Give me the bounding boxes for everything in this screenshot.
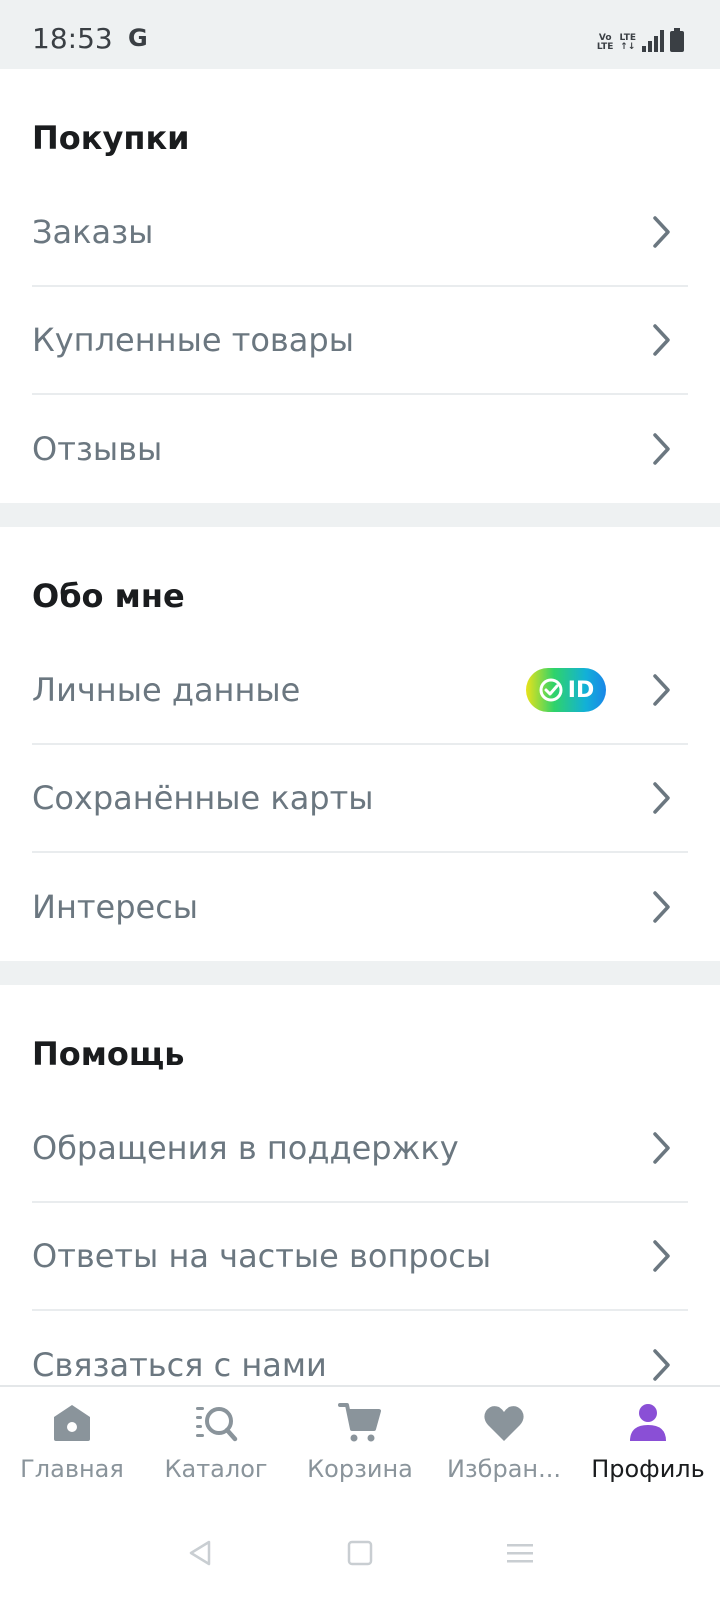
nav-label: Главная: [20, 1455, 124, 1483]
cart-icon: [338, 1403, 381, 1442]
menu-item-label: Обращения в поддержку: [32, 1129, 459, 1167]
menu-item-orders[interactable]: Заказы: [32, 179, 688, 287]
heart-icon: [484, 1406, 524, 1441]
chevron-right-icon: [653, 674, 670, 706]
menu-item-label: Заказы: [32, 213, 154, 251]
menu-item-label: Ответы на частые вопросы: [32, 1237, 492, 1275]
section-about-me: Обо мне Личные данные ID Сохранённые кар…: [0, 527, 720, 961]
menu-item-label: Связаться с нами: [32, 1346, 327, 1384]
check-circle-icon: [539, 678, 563, 702]
section-help: Помощь Обращения в поддержку Ответы на ч…: [0, 985, 720, 1419]
sber-id-badge: ID: [526, 668, 606, 712]
nav-label: Профиль: [591, 1455, 705, 1483]
nav-label: Корзина: [307, 1455, 413, 1483]
section-title: Покупки: [32, 119, 190, 157]
section-title: Помощь: [32, 1035, 185, 1073]
home-button-icon[interactable]: [345, 1538, 375, 1568]
menu-item-label: Отзывы: [32, 430, 163, 468]
volte-icon: Vo LTE: [596, 33, 614, 52]
menu-icon[interactable]: [505, 1538, 535, 1568]
status-icons: Vo LTE LTE ↑↓: [597, 28, 684, 52]
status-bar: 18:53 G Vo LTE LTE ↑↓: [0, 0, 720, 69]
nav-item-profile[interactable]: Профиль: [576, 1387, 720, 1505]
menu-item-personal-data[interactable]: Личные данные ID: [32, 637, 688, 745]
menu-item-label: Сохранённые карты: [32, 779, 374, 817]
google-icon: G: [128, 24, 148, 52]
section-divider: [0, 961, 720, 985]
catalog-icon: [196, 1407, 238, 1442]
chevron-right-icon: [653, 216, 670, 248]
section-title: Обо мне: [32, 577, 185, 615]
nav-item-catalog[interactable]: Каталог: [144, 1387, 288, 1505]
sber-id-label: ID: [567, 677, 595, 703]
chevron-right-icon: [653, 891, 670, 923]
section-divider: [0, 503, 720, 527]
chevron-right-icon: [653, 433, 670, 465]
chevron-right-icon: [653, 1349, 670, 1381]
back-icon[interactable]: [185, 1538, 215, 1568]
menu-item-purchased[interactable]: Купленные товары: [32, 287, 688, 395]
nav-item-cart[interactable]: Корзина: [288, 1387, 432, 1505]
home-icon: [54, 1405, 90, 1441]
nav-item-favorites[interactable]: Избран...: [432, 1387, 576, 1505]
menu-item-saved-cards[interactable]: Сохранённые карты: [32, 745, 688, 853]
chevron-right-icon: [653, 324, 670, 356]
nav-item-home[interactable]: Главная: [0, 1387, 144, 1505]
battery-icon: [670, 28, 684, 52]
menu-item-interests[interactable]: Интересы: [32, 853, 688, 961]
profile-icon: [630, 1404, 666, 1441]
chevron-right-icon: [653, 1132, 670, 1164]
menu-item-label: Личные данные: [32, 671, 301, 709]
section-purchases: Покупки Заказы Купленные товары Отзывы: [0, 69, 720, 503]
system-nav-bar: [0, 1505, 720, 1600]
menu-item-faq[interactable]: Ответы на частые вопросы: [32, 1203, 688, 1311]
menu-item-support-requests[interactable]: Обращения в поддержку: [32, 1095, 688, 1203]
status-time: 18:53: [32, 22, 113, 55]
lte-icon: LTE ↑↓: [619, 33, 636, 52]
menu-item-label: Купленные товары: [32, 321, 354, 359]
nav-label: Избран...: [446, 1455, 562, 1483]
menu-item-label: Интересы: [32, 888, 199, 926]
chevron-right-icon: [653, 782, 670, 814]
bottom-nav: Главная Каталог Корзина Избран... Профил…: [0, 1385, 720, 1505]
profile-menu: Покупки Заказы Купленные товары Отзывы О…: [0, 69, 720, 1419]
chevron-right-icon: [653, 1240, 670, 1272]
nav-label: Каталог: [164, 1455, 268, 1483]
menu-item-reviews[interactable]: Отзывы: [32, 395, 688, 503]
signal-icon: [642, 30, 664, 52]
